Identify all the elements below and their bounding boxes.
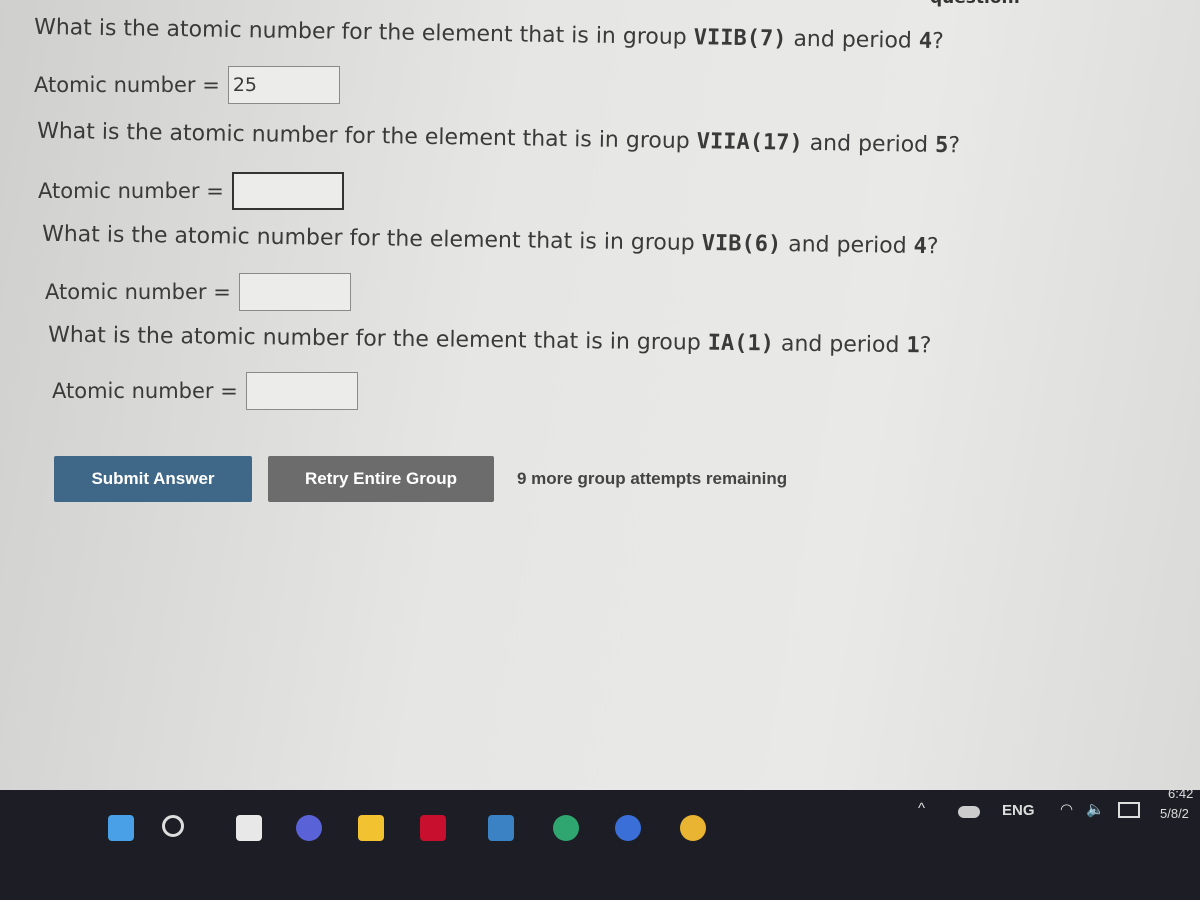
store-icon[interactable] [488, 815, 514, 841]
question-text: What is the atomic number for the elemen… [36, 118, 697, 155]
answer-label: Atomic number = [34, 73, 220, 97]
question-text: and period [781, 232, 914, 259]
file-explorer-icon[interactable] [358, 815, 384, 841]
period: 5 [934, 132, 949, 159]
edge-icon[interactable] [553, 815, 579, 841]
video-call-icon[interactable] [296, 815, 322, 841]
question-4: What is the atomic number for the elemen… [48, 323, 932, 359]
onedrive-cloud-icon[interactable] [958, 806, 980, 818]
question-text: and period [773, 331, 907, 359]
help-icon[interactable] [615, 815, 641, 841]
search-icon[interactable] [162, 815, 184, 837]
clock-date[interactable]: 5/8/2 [1160, 806, 1189, 821]
header-note: question. [930, 0, 1020, 8]
question-3: What is the atomic number for the elemen… [42, 222, 939, 260]
mcafee-icon[interactable] [420, 815, 446, 841]
clock-time[interactable]: 6:42 [1168, 786, 1193, 801]
group: IA(1) [707, 330, 775, 357]
question-text: What is the atomic number for the elemen… [33, 14, 694, 51]
atomic-number-input-4[interactable] [245, 372, 358, 410]
battery-icon[interactable] [1118, 802, 1140, 818]
answer-row-1: Atomic number = 25 [34, 66, 340, 104]
group: VIIB(7) [693, 25, 787, 52]
question-text: ? [948, 133, 961, 159]
question-text: and period [802, 130, 936, 158]
answer-row-3: Atomic number = [45, 273, 351, 311]
chevron-up-icon[interactable]: ^ [918, 800, 925, 817]
windows-start-icon[interactable] [108, 815, 134, 841]
task-view-icon[interactable] [236, 815, 262, 841]
group: VIIA(17) [696, 129, 803, 156]
question-text: ? [931, 28, 944, 55]
chrome-icon[interactable] [680, 815, 706, 841]
answer-label: Atomic number = [52, 379, 238, 403]
period: 4 [913, 233, 928, 260]
answer-row-4: Atomic number = [52, 372, 358, 410]
question-text: ? [926, 234, 939, 260]
answer-label: Atomic number = [38, 179, 224, 203]
language-indicator[interactable]: ENG [1002, 802, 1035, 819]
volume-icon[interactable]: 🔈 [1086, 800, 1105, 818]
wifi-icon[interactable]: ◠ [1060, 800, 1073, 818]
submit-answer-button[interactable]: Submit Answer [54, 456, 252, 502]
group: VIB(6) [701, 230, 782, 258]
answer-row-2: Atomic number = [38, 172, 344, 210]
question-text: ? [919, 333, 932, 359]
period: 4 [918, 28, 933, 54]
atomic-number-input-1[interactable]: 25 [227, 66, 340, 104]
atomic-number-input-3[interactable] [238, 273, 351, 311]
atomic-number-input-2[interactable] [231, 172, 344, 210]
question-1: What is the atomic number for the elemen… [34, 15, 944, 54]
question-text: What is the atomic number for the elemen… [41, 221, 702, 256]
answer-label: Atomic number = [45, 280, 231, 304]
question-text: What is the atomic number for the elemen… [47, 322, 708, 356]
question-2: What is the atomic number for the elemen… [37, 119, 960, 158]
retry-entire-group-button[interactable]: Retry Entire Group [268, 456, 494, 502]
question-text: and period [786, 26, 920, 54]
period: 1 [906, 333, 920, 359]
attempts-remaining: 9 more group attempts remaining [517, 469, 788, 488]
